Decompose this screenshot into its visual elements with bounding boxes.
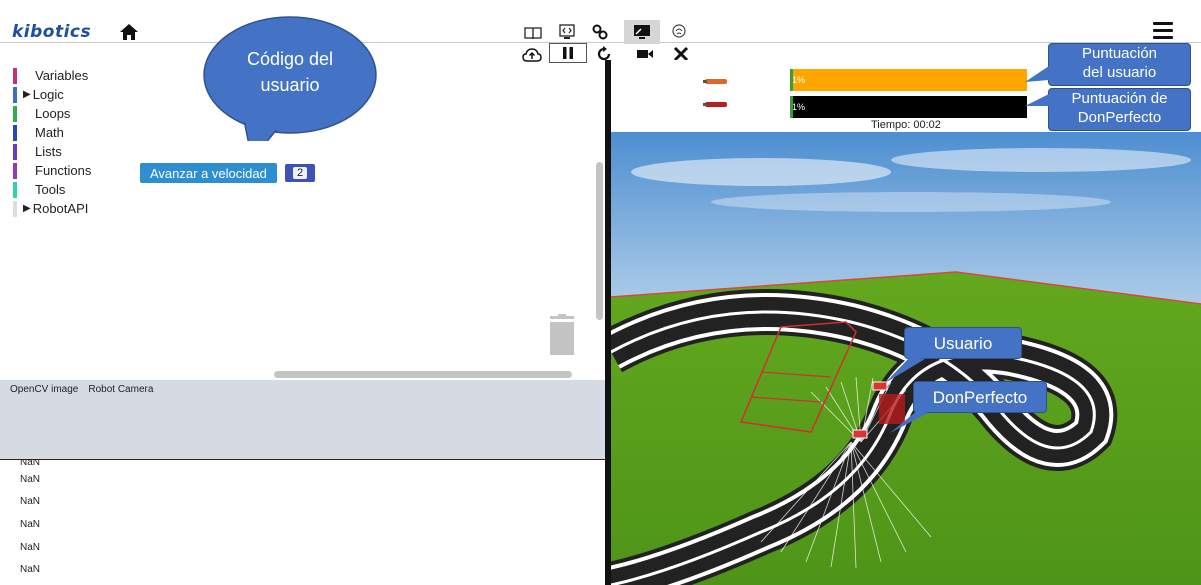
tab-opencv-image[interactable]: OpenCV image: [10, 384, 78, 395]
console-line: NaN: [20, 564, 41, 576]
toolbox-category-functions[interactable]: Functions: [13, 161, 133, 180]
toolbox-category-lists[interactable]: Lists: [13, 142, 133, 161]
callout-pointers: [1025, 66, 1049, 106]
cloud-upload-icon[interactable]: [521, 45, 543, 65]
workspace-horizontal-scrollbar[interactable]: [274, 371, 572, 378]
category-label: Math: [35, 125, 64, 140]
code-icon[interactable]: [556, 22, 578, 42]
bot-score-percent: 1%: [792, 102, 806, 112]
blockly-toolbox: Variables ▶ Logic Loops Math Lists Functi…: [13, 66, 133, 218]
toolbox-category-tools[interactable]: Tools: [13, 180, 133, 199]
camera-tabs: OpenCV image Robot Camera: [10, 384, 153, 395]
bot-car-callout: DonPerfecto: [913, 381, 1047, 413]
user-code-callout-text: Código del usuario: [208, 46, 372, 98]
screen-icon[interactable]: [624, 20, 660, 44]
kibotics-logo[interactable]: kibotics: [12, 22, 91, 42]
expand-arrow-icon[interactable]: ▶: [23, 89, 31, 100]
user-score-percent: 1%: [792, 75, 806, 85]
block-number-input[interactable]: 2: [285, 164, 315, 182]
category-color-bar: [13, 67, 17, 84]
user-car-icon: [703, 79, 727, 84]
console-line: NaN: [20, 473, 41, 485]
console-line: NaN: [20, 496, 41, 508]
callout-line: DonPerfecto: [1077, 109, 1162, 126]
block-label: Avanzar a velocidad: [150, 165, 267, 181]
callout-line: Puntuación de: [1071, 90, 1168, 107]
callout-line: DonPerfecto: [932, 388, 1028, 407]
category-color-bar: [13, 143, 17, 160]
expand-arrow-icon[interactable]: ▶: [23, 203, 31, 214]
console-line: NaN: [20, 460, 41, 468]
avanzar-velocidad-block[interactable]: Avanzar a velocidad 2: [140, 163, 315, 183]
hamburger-menu-icon[interactable]: [1153, 22, 1173, 40]
trash-icon[interactable]: [546, 314, 578, 356]
category-label: Logic: [32, 87, 64, 102]
category-label: Loops: [35, 106, 71, 121]
bot-car-icon: [703, 102, 727, 107]
race-timer: Tiempo: 00:02: [871, 119, 941, 131]
toolbox-category-loops[interactable]: Loops: [13, 104, 133, 123]
top-separator: [0, 42, 1201, 43]
category-label: Variables: [35, 68, 89, 83]
car-callout-pointers: [885, 357, 928, 433]
toolbox-category-logic[interactable]: ▶ Logic: [13, 85, 133, 104]
tab-robot-camera[interactable]: Robot Camera: [88, 384, 153, 395]
pause-icon[interactable]: [549, 43, 587, 63]
toolbox-category-variables[interactable]: Variables: [13, 66, 133, 85]
category-label: Tools: [35, 182, 66, 197]
toolbox-category-robotapi[interactable]: ▶ RobotAPI: [13, 199, 133, 218]
user-score-bar: 1%: [790, 69, 1027, 91]
book-icon[interactable]: [522, 23, 544, 43]
home-icon[interactable]: [118, 22, 140, 42]
callout-line: Usuario: [933, 334, 993, 353]
console-output: NaN NaN NaN NaN NaN NaN: [0, 460, 605, 585]
user-score-callout: Puntuación del usuario: [1048, 43, 1191, 86]
callout-line: del usuario: [1082, 64, 1157, 81]
category-color-bar: [13, 162, 17, 179]
user-score-progress: [790, 69, 793, 91]
app-root: kibotics Variables ▶ Logic Loops Math Li…: [0, 0, 1201, 585]
category-color-bar: [13, 181, 17, 198]
callout-line: Código del: [246, 49, 334, 69]
category-label: Functions: [35, 163, 92, 178]
bot-score-progress: [790, 96, 793, 118]
bot-score-bar: 1%: [790, 96, 1027, 118]
console-line: NaN: [20, 518, 41, 530]
category-label: Lists: [35, 144, 62, 159]
category-label: RobotAPI: [32, 201, 89, 216]
category-color-bar: [13, 105, 17, 122]
block-number-value[interactable]: 2: [292, 167, 308, 179]
workspace-vertical-scrollbar[interactable]: [596, 162, 603, 320]
category-color-bar: [13, 124, 17, 141]
gears-icon[interactable]: [589, 22, 611, 42]
callout-line: usuario: [260, 75, 320, 95]
brain-icon[interactable]: [668, 22, 690, 42]
category-color-bar: [13, 86, 17, 103]
category-color-bar: [13, 200, 17, 217]
toolbox-category-math[interactable]: Math: [13, 123, 133, 142]
console-line: NaN: [20, 541, 41, 553]
callout-line: Puntuación: [1081, 45, 1158, 62]
bot-score-callout: Puntuación de DonPerfecto: [1048, 88, 1191, 131]
